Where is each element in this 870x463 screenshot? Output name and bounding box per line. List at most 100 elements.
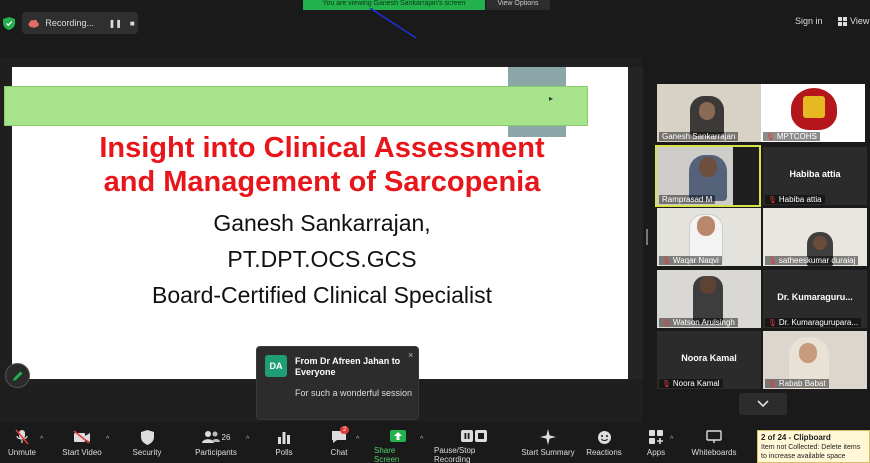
unmute-button[interactable]: Unmute: [6, 429, 38, 463]
person-face: [697, 216, 715, 236]
participant-tile[interactable]: Dr. Kumaraguru... 🎙 Dr. Kumaragurupara...: [763, 270, 867, 328]
participant-display-name: Dr. Kumaraguru...: [777, 292, 853, 302]
participant-name: 🎙 Waqar Naqvi: [659, 256, 722, 265]
encryption-shield-icon[interactable]: [3, 17, 15, 30]
slide-title: Insight into Clinical Assessment and Man…: [52, 131, 592, 199]
chat-options-caret[interactable]: ^: [356, 436, 359, 443]
participant-name: Ganesh Sankarrajan: [659, 132, 739, 141]
view-options-button[interactable]: View Options: [486, 0, 550, 10]
chat-bubble-icon: 2: [329, 426, 350, 445]
participant-name: Ramprasad M: [659, 195, 716, 204]
mic-muted-icon: 🎙: [766, 133, 775, 141]
close-icon[interactable]: ×: [408, 350, 413, 360]
recording-label: Recording...: [45, 18, 94, 28]
pause-stop-recording-button[interactable]: Pause/Stop Recording: [434, 429, 514, 463]
apps-options-caret[interactable]: ^: [670, 436, 673, 443]
participants-count: 26: [221, 432, 231, 442]
pause-stop-icon: [459, 429, 489, 443]
pause-recording-button[interactable]: ❚❚: [109, 19, 122, 28]
participant-name: 🎙 Rabab Babat: [765, 379, 829, 388]
person-face: [699, 102, 715, 120]
smiley-icon: [594, 429, 614, 445]
whiteboard-icon: [704, 429, 724, 445]
sender-avatar: DA: [265, 355, 287, 377]
slide-title-line-1: Insight into Clinical Assessment: [99, 132, 545, 164]
participants-icon: 26: [199, 429, 233, 445]
panel-resize-handle[interactable]: [646, 229, 648, 245]
logo-emblem: [803, 96, 825, 118]
person-face: [799, 343, 817, 363]
chat-notification[interactable]: DA From Dr Afreen Jahan to Everyone For …: [256, 346, 419, 420]
view-label: View: [850, 16, 870, 26]
polls-label: Polls: [275, 448, 293, 457]
participant-tile[interactable]: 🎙 satheeskumar duraiaj: [763, 208, 867, 266]
whiteboards-label: Whiteboards: [691, 448, 737, 457]
participant-tile-active-speaker[interactable]: Ramprasad M: [655, 145, 761, 207]
video-options-caret[interactable]: ^: [106, 436, 109, 443]
bar-chart-icon: [274, 429, 294, 445]
person-face: [700, 276, 716, 294]
mic-muted-icon: 🎙: [662, 257, 671, 265]
apps-button[interactable]: Apps: [644, 429, 668, 463]
pause-stop-label: Pause/Stop Recording: [434, 446, 476, 463]
presentation-slide: ▸ Insight into Clinical Assessment and M…: [4, 67, 628, 379]
polls-button[interactable]: Polls: [270, 429, 298, 463]
highlight-bar: [4, 86, 588, 126]
slide-margin: [628, 67, 643, 379]
person-face: [813, 236, 827, 250]
participant-name: 🎙 Watson Arulsingh: [659, 318, 738, 327]
participant-tile[interactable]: 🎙 Waqar Naqvi: [657, 208, 761, 266]
participants-options-caret[interactable]: ^: [246, 436, 249, 443]
start-video-label: Start Video: [62, 448, 102, 457]
share-screen-icon: [388, 429, 408, 443]
participant-display-name: Noora Kamal: [681, 353, 737, 363]
start-summary-button[interactable]: Start Summary: [520, 429, 576, 463]
stop-recording-button[interactable]: ■: [127, 19, 138, 28]
security-label: Security: [132, 448, 162, 457]
share-options-caret[interactable]: ^: [420, 436, 423, 443]
apps-label: Apps: [646, 448, 666, 457]
mic-muted-icon: 🎙: [768, 319, 777, 327]
view-button[interactable]: View: [838, 16, 869, 26]
reactions-label: Reactions: [586, 448, 622, 457]
cloud-recording-icon: [28, 19, 39, 28]
security-button[interactable]: Security: [130, 429, 164, 463]
presenter-specialty: Board-Certified Clinical Specialist: [151, 282, 493, 308]
annotate-button[interactable]: [5, 363, 30, 388]
participant-name: 🎙 Dr. Kumaragurupara...: [765, 318, 862, 327]
start-video-button[interactable]: Start Video: [60, 429, 104, 463]
participant-tile[interactable]: 🎙 Watson Arulsingh: [657, 270, 761, 328]
chat-button[interactable]: 2 Chat: [326, 426, 352, 463]
video-off-icon: [72, 429, 92, 445]
participant-name: 🎙 Habiba attia: [765, 195, 825, 204]
participants-button[interactable]: 26 Participants: [193, 429, 239, 463]
mic-muted-icon: 🎙: [768, 257, 777, 265]
chat-message: For such a wonderful session: [295, 388, 413, 398]
grid-view-icon: [838, 16, 847, 26]
participant-tile[interactable]: Noora Kamal 🎙 Noora Kamal: [657, 331, 761, 389]
participant-tile[interactable]: 🎙 Rabab Babat: [763, 331, 867, 389]
zoom-window: Recording... ❚❚ ■ You are viewing Ganesh…: [0, 0, 870, 463]
gallery-next-page-button[interactable]: [739, 393, 787, 415]
participant-name: 🎙 satheeskumar duraiaj: [765, 256, 859, 265]
clipboard-notification[interactable]: 2 of 24 - Clipboard Item not Collected: …: [757, 430, 870, 463]
participant-display-name: Habiba attia: [789, 169, 841, 179]
chat-sender: From Dr Afreen Jahan to Everyone: [295, 356, 401, 377]
reactions-button[interactable]: Reactions: [586, 429, 622, 463]
share-screen-button[interactable]: Share Screen: [374, 429, 422, 463]
whiteboards-button[interactable]: Whiteboards: [690, 429, 738, 463]
sign-in-button[interactable]: Sign in: [795, 16, 823, 26]
audio-options-caret[interactable]: ^: [40, 436, 43, 443]
top-bar: Recording... ❚❚ ■ You are viewing Ganesh…: [0, 0, 870, 48]
participant-tile[interactable]: 🎙 MPTCOHS: [761, 84, 865, 142]
recording-indicator: Recording... ❚❚ ■: [22, 12, 138, 34]
clipboard-title: 2 of 24 - Clipboard: [761, 433, 831, 442]
unmute-label: Unmute: [7, 448, 36, 457]
meeting-toolbar: Unmute ^ Start Video ^ Security 26 Parti…: [0, 426, 870, 463]
chevron-down-icon: [757, 400, 769, 408]
participant-tile[interactable]: Ganesh Sankarrajan: [657, 84, 761, 142]
start-summary-label: Start Summary: [521, 448, 575, 457]
share-screen-label: Share Screen: [374, 446, 400, 463]
slide-title-line-2: and Management of Sarcopenia: [103, 166, 541, 198]
participant-tile[interactable]: Habiba attia 🎙 Habiba attia: [763, 147, 867, 205]
